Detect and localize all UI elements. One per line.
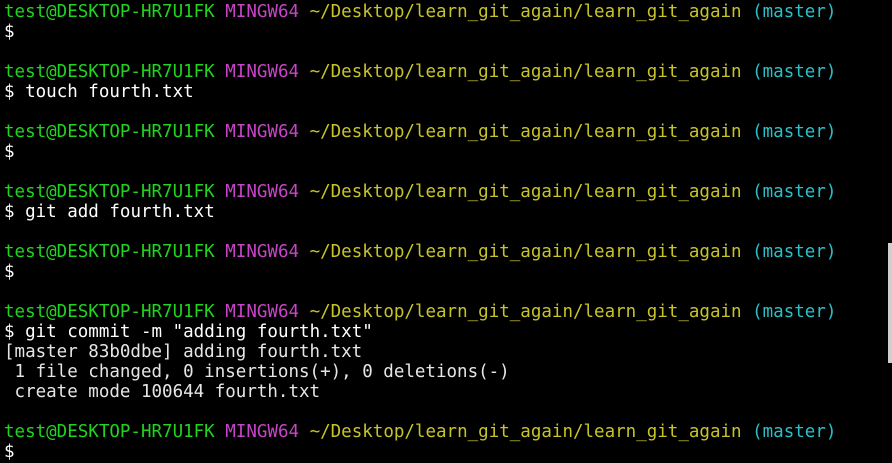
prompt-branch: (master) bbox=[752, 302, 837, 322]
output-line: create mode 100644 fourth.txt bbox=[4, 382, 321, 402]
command-line: $ git add fourth.txt bbox=[4, 202, 892, 222]
prompt-line: test@DESKTOP-HR7U1FK MINGW64 ~/Desktop/l… bbox=[4, 422, 892, 442]
prompt-user-host: test@DESKTOP-HR7U1FK bbox=[4, 422, 215, 442]
prompt-line: test@DESKTOP-HR7U1FK MINGW64 ~/Desktop/l… bbox=[4, 242, 892, 262]
prompt-system: MINGW64 bbox=[225, 62, 300, 82]
prompt-branch: (master) bbox=[752, 122, 837, 142]
prompt-symbol: $ bbox=[4, 202, 15, 222]
prompt-branch: (master) bbox=[752, 422, 837, 442]
prompt-system: MINGW64 bbox=[225, 242, 300, 262]
prompt-user-host: test@DESKTOP-HR7U1FK bbox=[4, 2, 215, 22]
prompt-path: ~/Desktop/learn_git_again/learn_git_agai… bbox=[309, 302, 742, 322]
prompt-user-host: test@DESKTOP-HR7U1FK bbox=[4, 62, 215, 82]
prompt-branch: (master) bbox=[752, 2, 837, 22]
prompt-path: ~/Desktop/learn_git_again/learn_git_agai… bbox=[309, 182, 742, 202]
command-line: $ touch fourth.txt bbox=[4, 82, 892, 102]
command-line: $ bbox=[4, 262, 892, 282]
prompt-line: test@DESKTOP-HR7U1FK MINGW64 ~/Desktop/l… bbox=[4, 122, 892, 142]
prompt-user-host: test@DESKTOP-HR7U1FK bbox=[4, 182, 215, 202]
prompt-branch: (master) bbox=[752, 62, 837, 82]
prompt-user-host: test@DESKTOP-HR7U1FK bbox=[4, 242, 215, 262]
prompt-path: ~/Desktop/learn_git_again/learn_git_agai… bbox=[309, 2, 742, 22]
prompt-path: ~/Desktop/learn_git_again/learn_git_agai… bbox=[309, 62, 742, 82]
command-text: git commit -m "adding fourth.txt" bbox=[25, 322, 373, 342]
command-line: $ bbox=[4, 22, 892, 42]
prompt-user-host: test@DESKTOP-HR7U1FK bbox=[4, 302, 215, 322]
prompt-path: ~/Desktop/learn_git_again/learn_git_agai… bbox=[309, 122, 742, 142]
prompt-symbol: $ bbox=[4, 22, 15, 42]
command-text: touch fourth.txt bbox=[25, 82, 194, 102]
prompt-line: test@DESKTOP-HR7U1FK MINGW64 ~/Desktop/l… bbox=[4, 2, 892, 22]
prompt-path: ~/Desktop/learn_git_again/learn_git_agai… bbox=[309, 242, 742, 262]
command-line: $ bbox=[4, 442, 892, 462]
prompt-line: test@DESKTOP-HR7U1FK MINGW64 ~/Desktop/l… bbox=[4, 62, 892, 82]
prompt-symbol: $ bbox=[4, 442, 15, 462]
command-line: $ git commit -m "adding fourth.txt" bbox=[4, 322, 892, 342]
prompt-symbol: $ bbox=[4, 82, 15, 102]
prompt-symbol: $ bbox=[4, 142, 15, 162]
command-line: $ bbox=[4, 142, 892, 162]
prompt-system: MINGW64 bbox=[225, 422, 300, 442]
prompt-symbol: $ bbox=[4, 262, 15, 282]
prompt-system: MINGW64 bbox=[225, 182, 300, 202]
prompt-user-host: test@DESKTOP-HR7U1FK bbox=[4, 122, 215, 142]
prompt-system: MINGW64 bbox=[225, 2, 300, 22]
scrollbar-thumb[interactable] bbox=[888, 243, 892, 363]
prompt-system: MINGW64 bbox=[225, 122, 300, 142]
prompt-system: MINGW64 bbox=[225, 302, 300, 322]
output-line: 1 file changed, 0 insertions(+), 0 delet… bbox=[4, 362, 510, 382]
command-text: git add fourth.txt bbox=[25, 202, 215, 222]
prompt-line: test@DESKTOP-HR7U1FK MINGW64 ~/Desktop/l… bbox=[4, 302, 892, 322]
prompt-branch: (master) bbox=[752, 242, 837, 262]
output-line: [master 83b0dbe] adding fourth.txt bbox=[4, 342, 363, 362]
prompt-path: ~/Desktop/learn_git_again/learn_git_agai… bbox=[309, 422, 742, 442]
prompt-symbol: $ bbox=[4, 322, 15, 342]
terminal-window[interactable]: test@DESKTOP-HR7U1FK MINGW64 ~/Desktop/l… bbox=[0, 0, 892, 463]
prompt-branch: (master) bbox=[752, 182, 837, 202]
prompt-line: test@DESKTOP-HR7U1FK MINGW64 ~/Desktop/l… bbox=[4, 182, 892, 202]
